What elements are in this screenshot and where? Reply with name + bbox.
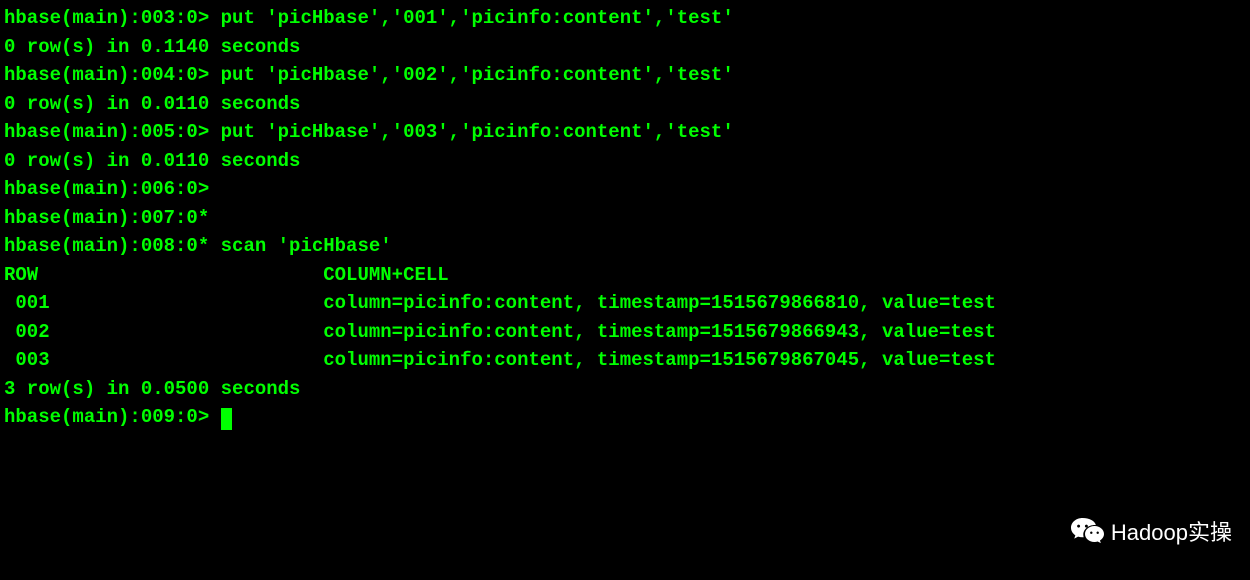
terminal-line: hbase(main):006:0> [4, 175, 1250, 204]
terminal-line: 3 row(s) in 0.0500 seconds [4, 375, 1250, 404]
terminal-line: ROW COLUMN+CELL [4, 261, 1250, 290]
terminal-line: hbase(main):003:0> put 'picHbase','001',… [4, 4, 1250, 33]
terminal-line: 001 column=picinfo:content, timestamp=15… [4, 289, 1250, 318]
terminal-prompt-line: hbase(main):009:0> [4, 403, 1250, 432]
terminal-line: hbase(main):007:0* [4, 204, 1250, 233]
terminal-line: 003 column=picinfo:content, timestamp=15… [4, 346, 1250, 375]
terminal-line: 002 column=picinfo:content, timestamp=15… [4, 318, 1250, 347]
terminal-line: 0 row(s) in 0.0110 seconds [4, 147, 1250, 176]
watermark: Hadoop实操 [1069, 514, 1232, 550]
terminal-output[interactable]: hbase(main):003:0> put 'picHbase','001',… [4, 4, 1250, 432]
watermark-text: Hadoop实操 [1111, 516, 1232, 549]
terminal-line: hbase(main):005:0> put 'picHbase','003',… [4, 118, 1250, 147]
wechat-icon [1069, 514, 1105, 550]
terminal-prompt: hbase(main):009:0> [4, 406, 221, 428]
terminal-line: hbase(main):008:0* scan 'picHbase' [4, 232, 1250, 261]
terminal-line: hbase(main):004:0> put 'picHbase','002',… [4, 61, 1250, 90]
terminal-cursor [221, 408, 232, 430]
terminal-line: 0 row(s) in 0.0110 seconds [4, 90, 1250, 119]
terminal-line: 0 row(s) in 0.1140 seconds [4, 33, 1250, 62]
